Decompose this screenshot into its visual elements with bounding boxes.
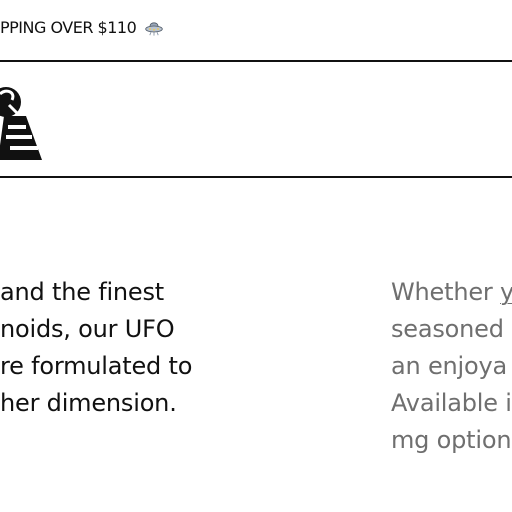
intro-right-line-1-link[interactable]: y <box>500 278 512 306</box>
intro-right-line-3: an enjoya <box>391 352 507 380</box>
intro-left-line-2: noids, our UFO <box>0 315 175 343</box>
announcement-text: PPING OVER $110 <box>0 18 137 37</box>
intro-right-line-5: mg option <box>391 426 512 454</box>
intro-right-column: Whether y seasoned an enjoya Available i… <box>391 274 512 459</box>
intro-right-line-4: Available i <box>391 389 512 417</box>
intro-right-line-2: seasoned <box>391 315 504 343</box>
page: PPING OVER $110 and the finest noids, ou… <box>0 0 512 512</box>
intro-left-line-4: her dimension. <box>0 389 177 417</box>
brand-logo[interactable] <box>0 82 48 162</box>
intro-left-line-3: re formulated to <box>0 352 193 380</box>
site-header <box>0 62 512 176</box>
announcement-bar: PPING OVER $110 <box>0 0 512 60</box>
header-bottom-divider <box>0 176 512 178</box>
intro-right-line-1-text: Whether <box>391 278 500 306</box>
intro-left-column: and the finest noids, our UFO re formula… <box>0 274 230 422</box>
intro-left-line-1: and the finest <box>0 278 165 306</box>
ufo-icon <box>145 22 163 36</box>
intro-right-line-1: Whether y <box>391 274 512 311</box>
